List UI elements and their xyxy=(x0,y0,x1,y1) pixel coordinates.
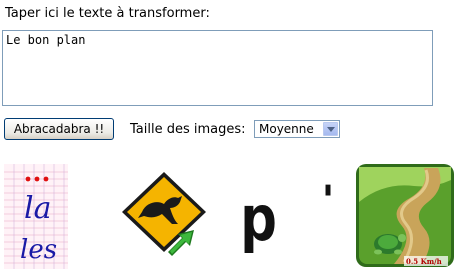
chevron-down-icon[interactable] xyxy=(323,122,338,136)
image-size-label: Taille des images: xyxy=(130,122,246,137)
handwritten-les: les xyxy=(20,235,57,265)
handwritten-letters-image[interactable]: la les xyxy=(0,162,108,269)
image-size-value: Moyenne xyxy=(259,122,314,136)
apostrophe-mark: ' xyxy=(316,178,340,224)
letter-p-image[interactable]: p ' xyxy=(236,162,344,269)
handwritten-la: la xyxy=(24,191,51,226)
text-prompt-label: Taper ici le texte à transformer: xyxy=(5,6,210,21)
typed-letter-p: p xyxy=(240,182,277,255)
speed-label: 0.5 Km/h xyxy=(406,257,442,266)
image-size-select[interactable]: Moyenne xyxy=(254,120,340,138)
transform-form: Taper ici le texte à transformer: Le bon… xyxy=(0,0,456,269)
turtle-icon xyxy=(374,234,406,255)
turtle-road-image[interactable]: 0.5 Km/h xyxy=(354,162,456,269)
text-input[interactable]: Le bon plan xyxy=(2,30,433,106)
kangaroo-sign-image[interactable] xyxy=(118,162,226,269)
abracadabra-button[interactable]: Abracadabra !! xyxy=(4,118,114,140)
